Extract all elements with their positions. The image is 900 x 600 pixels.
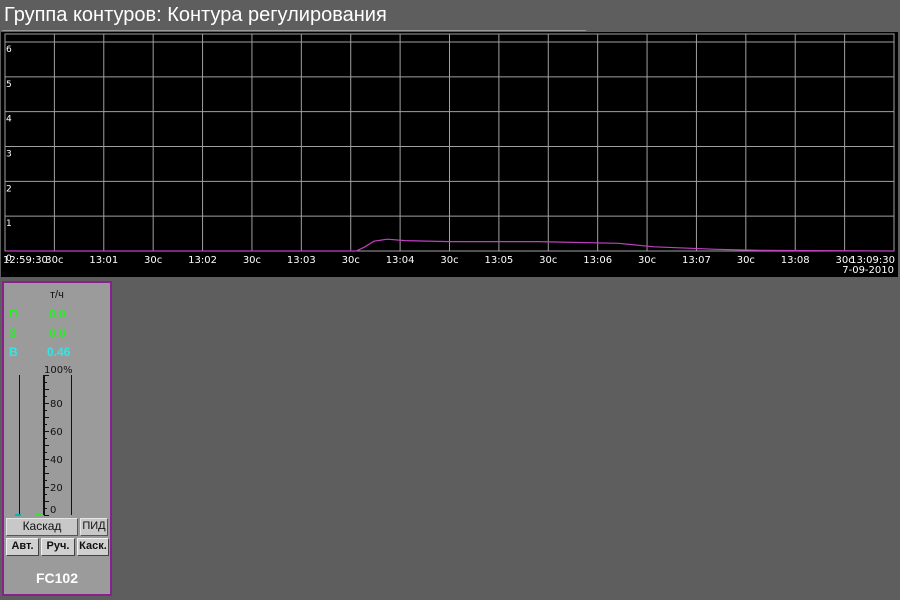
output-scale-right bbox=[71, 375, 72, 515]
algorithm-indicator: ПИД bbox=[80, 518, 108, 536]
x-tick-label: 13:03 bbox=[287, 255, 316, 266]
trend-date: 7-09-2010 bbox=[842, 265, 894, 276]
pv-value: 0.0 bbox=[49, 307, 66, 321]
pv-bar-fill bbox=[15, 514, 21, 516]
x-tick-label: 13:02 bbox=[188, 255, 217, 266]
faceplate-unit: т/ч bbox=[50, 289, 64, 301]
sp-label: З bbox=[9, 326, 17, 340]
x-tick-label: 30с bbox=[539, 255, 557, 266]
scale-tick bbox=[44, 438, 47, 439]
scale-tick bbox=[44, 459, 49, 460]
scale-tick bbox=[44, 445, 49, 446]
scale-tick bbox=[44, 403, 49, 404]
x-tick-label: 30с bbox=[45, 255, 63, 266]
scale-label-0: 0 bbox=[50, 505, 57, 516]
scale-tick bbox=[44, 494, 47, 495]
window-title: Группа контуров: Контура регулирования bbox=[4, 4, 387, 26]
scale-tick bbox=[44, 515, 49, 516]
x-tick-label: 12:59:30 bbox=[3, 255, 48, 266]
mode-indicator: Каскад bbox=[6, 518, 78, 536]
auto-mode-button[interactable]: Авт. bbox=[6, 538, 39, 556]
x-tick-label: 30с bbox=[737, 255, 755, 266]
x-tick-label: 13:04 bbox=[386, 255, 415, 266]
y-tick-label: 3 bbox=[6, 150, 12, 160]
scale-tick bbox=[44, 417, 49, 418]
faceplate-fc102[interactable]: т/ч П 0.0 З 0.0 В 0.46 100% 80 60 40 20 … bbox=[2, 281, 112, 596]
sp-value: 0.0 bbox=[49, 326, 66, 340]
scale-label-100: 100% bbox=[44, 365, 73, 376]
x-tick-label: 13:01 bbox=[89, 255, 118, 266]
y-tick-label: 4 bbox=[6, 115, 12, 125]
scale-tick bbox=[44, 389, 49, 390]
scale-tick bbox=[44, 410, 47, 411]
out-label: В bbox=[9, 345, 18, 359]
x-tick-label: 13:06 bbox=[583, 255, 612, 266]
scale-tick bbox=[44, 480, 47, 481]
out-value: 0.46 bbox=[47, 345, 71, 359]
trend-chart-svg: 012345612:59:3030с 13:01 30с 13:02 30с 13:03 3… bbox=[3, 33, 895, 266]
y-tick-label: 6 bbox=[6, 45, 12, 55]
scale-label-60: 60 bbox=[50, 427, 63, 438]
scale-tick bbox=[44, 508, 47, 509]
x-tick-label: 30с bbox=[144, 255, 162, 266]
trend-chart: 0 1 2 3 4 5 6 12:59:30 30с 13:01 30с 13:02 30с 13:03 3… bbox=[1, 32, 898, 277]
scale-tick bbox=[44, 487, 49, 488]
scale-tick bbox=[44, 382, 47, 383]
scale-label-80: 80 bbox=[50, 399, 63, 410]
x-tick-label: 30с bbox=[440, 255, 458, 266]
scale-tick bbox=[44, 466, 47, 467]
sp-bar-fill bbox=[35, 514, 41, 516]
manual-mode-button[interactable]: Руч. bbox=[41, 538, 75, 556]
y-tick-label: 1 bbox=[6, 219, 12, 229]
cascade-mode-button[interactable]: Каск. bbox=[77, 538, 109, 556]
scale-tick bbox=[44, 452, 47, 453]
scale-label-20: 20 bbox=[50, 483, 63, 494]
x-tick-label: 13:05 bbox=[484, 255, 513, 266]
x-tick-label: 30с bbox=[342, 255, 360, 266]
scale-tick bbox=[44, 473, 49, 474]
scale-tick bbox=[44, 501, 49, 502]
scale-tick bbox=[44, 396, 47, 397]
x-tick-label: 13:08 bbox=[781, 255, 810, 266]
y-tick-label: 2 bbox=[6, 184, 12, 194]
scale-tick bbox=[44, 424, 47, 425]
faceplate-tag: FC102 bbox=[35, 570, 79, 586]
scale-tick bbox=[44, 431, 49, 432]
pv-bar bbox=[19, 375, 20, 515]
y-tick-label: 5 bbox=[6, 80, 12, 90]
x-tick-label: 13:07 bbox=[682, 255, 711, 266]
pv-label: П bbox=[9, 307, 18, 321]
scale-label-40: 40 bbox=[50, 455, 63, 466]
x-tick-label: 30с bbox=[638, 255, 656, 266]
x-tick-label: 30с bbox=[243, 255, 261, 266]
title-underline bbox=[2, 30, 586, 31]
